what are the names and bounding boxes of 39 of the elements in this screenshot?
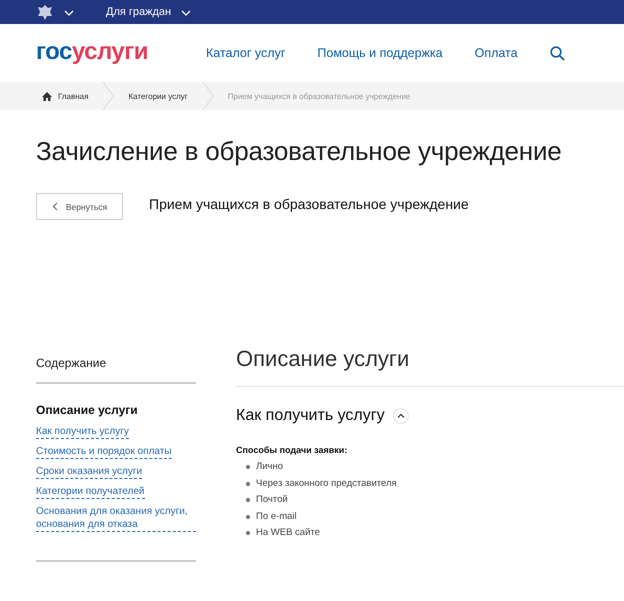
bullet-icon [246, 482, 250, 486]
section-heading: Описание услуги [236, 346, 410, 372]
list-item: Почтой [256, 494, 288, 506]
sidebar-link[interactable]: Сроки оказания услуги [36, 465, 142, 479]
list-item: На WEB сайте [256, 527, 320, 540]
chevron-up-icon[interactable] [392, 408, 409, 424]
home-icon[interactable] [42, 92, 52, 100]
sidebar-title: Содержание [36, 356, 108, 372]
back-button[interactable]: Вернуться [36, 193, 123, 220]
chevron-down-icon[interactable] [181, 10, 192, 16]
page-title: Зачисление в образовательное учреждение [36, 136, 563, 167]
nav-link[interactable]: Помощь и поддержка [317, 46, 443, 60]
service-name: Прием учащихся в образовательное учреждение [149, 196, 469, 212]
bullet-icon [246, 514, 250, 519]
emblem-icon[interactable] [36, 3, 54, 21]
sidebar-link[interactable]: Основания для оказания услуги, основания для отказа [36, 505, 196, 532]
breadcrumb-separator-icon [202, 82, 214, 110]
breadcrumb-separator-icon [102, 82, 114, 110]
breadcrumb-link[interactable]: Главная [58, 92, 88, 100]
sidebar-link[interactable]: Стоимость и порядок оплаты [36, 445, 172, 459]
site-logo[interactable]: госуслуги [36, 38, 148, 66]
search-icon[interactable] [550, 46, 565, 60]
sidebar-link[interactable]: Как получить услугу [36, 425, 129, 439]
nav-link[interactable]: Каталог услуг [206, 46, 286, 60]
list-item: Через законного представителя [256, 478, 397, 490]
list-item: Лично [256, 461, 284, 474]
breadcrumb-link[interactable]: Категории услуг [128, 92, 188, 100]
bullet-icon [246, 498, 250, 502]
nav-link[interactable]: Оплата [474, 46, 518, 60]
bullet-icon [246, 465, 250, 470]
chevron-left-icon [52, 202, 58, 211]
sidebar-link[interactable]: Категории получателей [36, 485, 145, 499]
citizens-menu[interactable]: Для граждан [106, 6, 172, 18]
list-heading: Способы подачи заявки: [236, 445, 348, 455]
subsection-title: Как получить услугу [236, 407, 385, 425]
sidebar-link[interactable]: Описание услуги [36, 404, 138, 417]
chevron-down-icon[interactable] [64, 10, 74, 16]
list-item: По e-mail [256, 510, 297, 523]
bullet-icon [246, 531, 250, 536]
